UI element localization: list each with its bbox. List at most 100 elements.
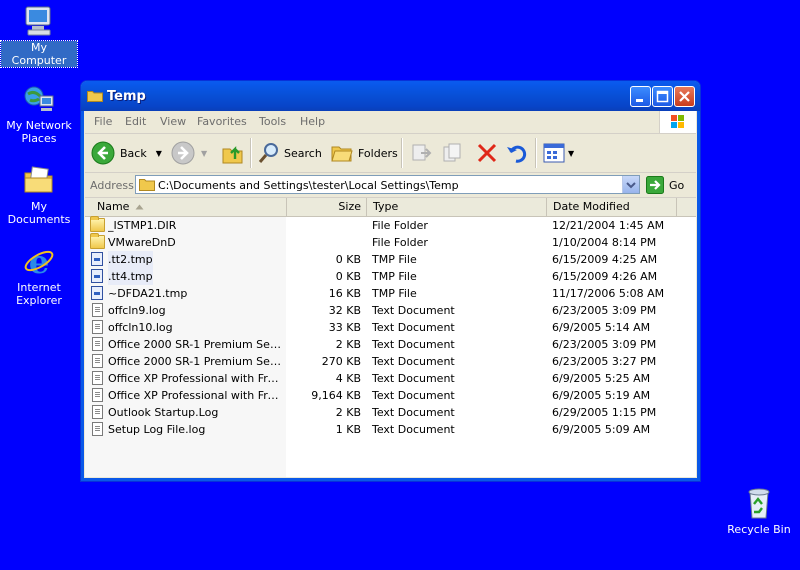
file-name: _ISTMP1.DIR [108, 219, 177, 232]
menu-edit[interactable]: Edit [125, 115, 146, 128]
file-list-view[interactable]: Name Size Type Date Modified _ISTMP1.DIR… [85, 198, 696, 477]
file-row[interactable]: Outlook Startup.Log 2 KB Text Document 6… [85, 404, 696, 421]
computer-icon [22, 4, 56, 38]
move-to-button[interactable] [409, 140, 433, 166]
search-icon [258, 143, 278, 163]
column-date-label: Date Modified [553, 200, 630, 213]
delete-button[interactable] [475, 140, 499, 166]
menu-favorites[interactable]: Favorites [197, 115, 247, 128]
file-date-modified: 6/23/2005 3:09 PM [552, 304, 657, 317]
file-type: Text Document [372, 423, 455, 436]
desktop-icon-internet-explorer[interactable]: e Internet Explorer [1, 243, 77, 307]
desktop-icon-my-computer[interactable]: My Computer [0, 4, 78, 68]
windows-logo-icon [659, 111, 696, 133]
window-title: Temp [107, 89, 146, 104]
folders-label: Folders [358, 146, 398, 160]
column-header-type[interactable]: Type [367, 198, 547, 216]
back-label: Back [120, 146, 147, 160]
folders-button[interactable]: Folders [330, 140, 398, 166]
file-name: offcln10.log [108, 321, 173, 334]
file-row[interactable]: VMwareDnD File Folder 1/10/2004 8:14 PM [85, 233, 696, 251]
text-document-icon [92, 422, 103, 436]
desktop-icon-label: My Documents [7, 200, 71, 226]
file-date-modified: 11/17/2006 5:08 AM [552, 287, 665, 300]
desktop-icon-label: My Network Places [6, 119, 72, 145]
file-size: 16 KB [328, 287, 361, 300]
file-size: 33 KB [328, 321, 361, 334]
forward-dropdown-arrow-icon[interactable]: ▼ [201, 149, 207, 158]
file-row[interactable]: Office XP Professional with FrontP… 4 KB… [85, 370, 696, 387]
views-dropdown-arrow-icon[interactable]: ▼ [568, 149, 574, 158]
internet-explorer-icon: e [22, 243, 56, 281]
file-name: Office XP Professional with FrontP… [108, 389, 284, 402]
file-date-modified: 6/23/2005 3:27 PM [552, 355, 657, 368]
column-header-date-modified[interactable]: Date Modified [547, 198, 677, 216]
text-document-icon [92, 354, 103, 368]
file-name: Office 2000 SR-1 Premium Setup(… [108, 338, 284, 351]
desktop-icon-my-documents[interactable]: My Documents [1, 163, 77, 226]
delete-x-icon [477, 143, 497, 163]
menu-help[interactable]: Help [300, 115, 325, 128]
standard-toolbar: Back ▼ ▼ Search Folders ▼ [85, 134, 696, 173]
file-date-modified: 6/15/2009 4:25 AM [552, 253, 658, 266]
address-value: C:\Documents and Settings\tester\Local S… [158, 179, 459, 192]
undo-button[interactable] [505, 140, 529, 166]
file-size: 1 KB [335, 423, 361, 436]
up-folder-button[interactable] [221, 140, 245, 166]
search-label: Search [284, 146, 322, 160]
file-row[interactable]: Office 2000 SR-1 Premium Setup(… 2 KB Te… [85, 336, 696, 353]
file-type: Text Document [372, 355, 455, 368]
address-dropdown-button[interactable] [622, 176, 639, 193]
desktop-icon-my-network-places[interactable]: My Network Places [1, 82, 77, 145]
menu-tools[interactable]: Tools [259, 115, 286, 128]
menu-file[interactable]: File [94, 115, 112, 128]
file-row[interactable]: Office XP Professional with FrontP… 9,16… [85, 387, 696, 404]
file-name: Setup Log File.log [108, 423, 206, 436]
file-type: Text Document [372, 406, 455, 419]
maximize-button[interactable] [652, 86, 673, 107]
file-row[interactable]: Setup Log File.log 1 KB Text Document 6/… [85, 421, 696, 438]
file-row[interactable]: .tt2.tmp 0 KB TMP File 6/15/2009 4:25 AM [85, 251, 696, 268]
menu-bar: File Edit View Favorites Tools Help [85, 111, 696, 134]
file-row[interactable]: Office 2000 SR-1 Premium Setup(… 270 KB … [85, 353, 696, 370]
file-name: .tt4.tmp [108, 268, 153, 285]
close-button[interactable] [674, 86, 695, 107]
folder-icon [87, 89, 103, 102]
file-date-modified: 6/29/2005 1:15 PM [552, 406, 657, 419]
file-name: Office XP Professional with FrontP… [108, 372, 284, 385]
search-button[interactable]: Search [257, 140, 322, 166]
file-row[interactable]: .tt4.tmp 0 KB TMP File 6/15/2009 4:26 AM [85, 268, 696, 285]
desktop-icon-recycle-bin[interactable]: Recycle Bin [721, 486, 797, 536]
column-header-size[interactable]: Size [287, 198, 367, 216]
text-document-icon [92, 405, 103, 419]
file-row[interactable]: _ISTMP1.DIR File Folder 12/21/2004 1:45 … [85, 216, 696, 234]
minimize-button[interactable] [630, 86, 651, 107]
forward-button[interactable]: ▼ [171, 140, 207, 166]
address-input[interactable]: C:\Documents and Settings\tester\Local S… [135, 175, 640, 194]
file-type: Text Document [372, 321, 455, 334]
file-type: TMP File [372, 253, 417, 266]
file-date-modified: 12/21/2004 1:45 AM [552, 219, 665, 232]
back-button[interactable]: Back ▼ [91, 140, 162, 166]
file-row[interactable]: offcln9.log 32 KB Text Document 6/23/200… [85, 302, 696, 319]
file-row[interactable]: offcln10.log 33 KB Text Document 6/9/200… [85, 319, 696, 336]
network-places-icon [22, 82, 56, 116]
file-name: VMwareDnD [108, 236, 176, 249]
column-size-label: Size [338, 200, 361, 213]
back-dropdown-arrow-icon[interactable]: ▼ [156, 149, 162, 158]
column-header-name[interactable]: Name [85, 198, 287, 216]
views-button[interactable]: ▼ [542, 140, 574, 166]
file-size: 270 KB [321, 355, 361, 368]
file-row[interactable]: ~DFDA21.tmp 16 KB TMP File 11/17/2006 5:… [85, 285, 696, 302]
title-bar[interactable]: Temp [81, 81, 700, 111]
go-button[interactable]: Go [646, 176, 684, 194]
copy-to-icon [443, 143, 461, 162]
file-size: 9,164 KB [311, 389, 361, 402]
copy-to-button[interactable] [441, 140, 465, 166]
folder-icon [90, 216, 105, 232]
file-date-modified: 6/23/2005 3:09 PM [552, 338, 657, 351]
menu-view[interactable]: View [160, 115, 186, 128]
file-date-modified: 6/15/2009 4:26 AM [552, 270, 658, 283]
file-size: 0 KB [335, 270, 361, 283]
file-name: Outlook Startup.Log [108, 406, 219, 419]
